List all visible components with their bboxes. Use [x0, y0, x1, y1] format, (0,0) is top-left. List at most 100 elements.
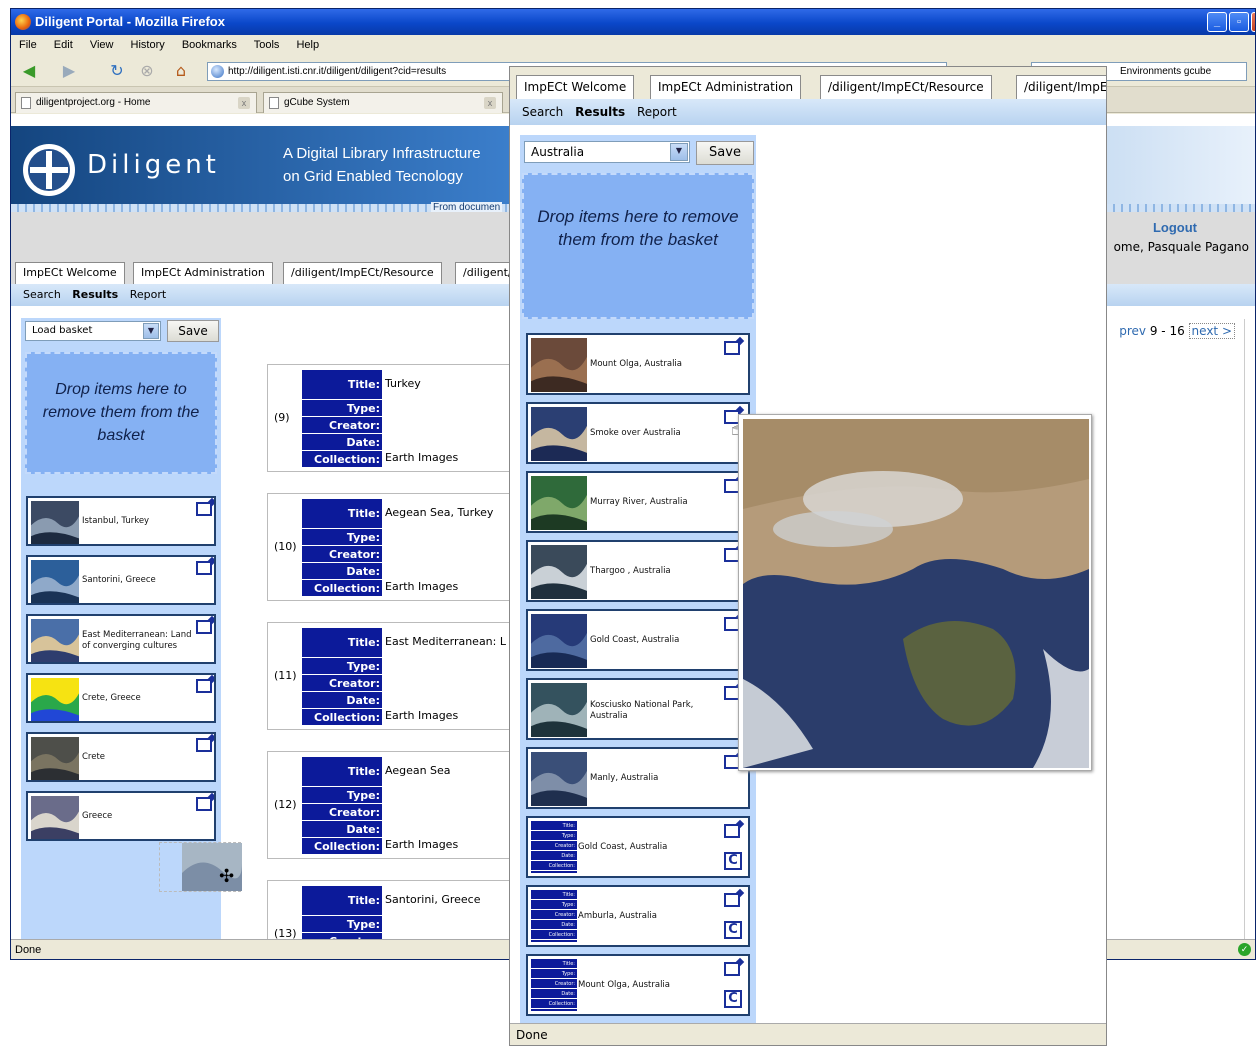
tab-impect-more[interactable]: /diligent/ImpECt/: [1016, 75, 1106, 99]
subnav-results[interactable]: Results: [72, 288, 118, 301]
preview-image: [743, 419, 1089, 768]
field-label-type: Type:: [302, 916, 382, 933]
menu-bookmarks[interactable]: Bookmarks: [182, 39, 237, 51]
record-collection: Earth Images: [385, 580, 459, 593]
thumbnail-image: [31, 619, 79, 662]
expand-icon[interactable]: [724, 341, 740, 355]
result-record[interactable]: (13) Title: Type: Creator: Date: Collect…: [267, 880, 527, 941]
tab-impect-resource[interactable]: /diligent/ImpECt/Resource: [820, 75, 992, 99]
field-label-date: Date:: [302, 692, 382, 709]
browser-tab-diligent[interactable]: diligentproject.org - Home x: [15, 92, 257, 113]
next-link[interactable]: next >: [1188, 323, 1235, 339]
expand-icon[interactable]: [196, 561, 212, 575]
subnav-search[interactable]: Search: [522, 105, 563, 119]
basket-select[interactable]: Load basket ▼: [25, 321, 161, 341]
tab-impect-welcome[interactable]: ImpECt Welcome: [516, 75, 635, 99]
basket-item[interactable]: Title: Type: Creator: Date: Collection: Ambu…: [526, 885, 750, 947]
copy-icon[interactable]: C: [724, 852, 742, 870]
result-record[interactable]: (12) Title: Type: Creator: Date: Collect…: [267, 751, 527, 859]
basket-item[interactable]: Santorini, Greece: [26, 555, 216, 605]
menu-help[interactable]: Help: [296, 39, 319, 51]
close-tab-icon[interactable]: x: [238, 97, 250, 109]
close-button[interactable]: x: [1251, 12, 1255, 32]
expand-icon[interactable]: [724, 962, 740, 976]
record-title: Aegean Sea, Turkey: [385, 506, 494, 519]
prev-link[interactable]: prev: [1119, 324, 1146, 338]
expand-icon[interactable]: [196, 797, 212, 811]
record-thumbnail: Title: Type: Creator: Date: Collection:: [531, 821, 577, 873]
menu-edit[interactable]: Edit: [54, 39, 73, 51]
basket-item[interactable]: Kosciusko National Park, Australia: [526, 678, 750, 740]
basket-item[interactable]: Title: Type: Creator: Date: Collection: Gold…: [526, 816, 750, 878]
back-icon[interactable]: ◀: [19, 62, 39, 80]
check-icon: ✓: [1238, 943, 1251, 956]
tab-impect-resource[interactable]: /diligent/ImpECt/Resource: [283, 262, 442, 284]
tab-impect-administration[interactable]: ImpECt Administration: [650, 75, 802, 99]
record-fields: Title: Type: Creator: Date: Collection:: [302, 628, 382, 726]
minimize-button[interactable]: _: [1207, 12, 1227, 32]
expand-icon[interactable]: [724, 893, 740, 907]
record-collection: Earth Images: [385, 451, 459, 464]
record-collection: Earth Images: [385, 838, 459, 851]
basket-item[interactable]: East Mediterranean: Land of converging c…: [26, 614, 216, 664]
browser-tab-gcube[interactable]: gCube System x: [263, 92, 503, 113]
basket-item-label: Greece: [82, 811, 113, 821]
basket-item[interactable]: Manly, Australia: [526, 747, 750, 809]
basket-item-label: Murray River, Australia: [590, 497, 688, 507]
subnav-report[interactable]: Report: [130, 288, 166, 301]
basket-save-button[interactable]: Save: [696, 141, 754, 165]
copy-icon[interactable]: C: [724, 990, 742, 1008]
expand-icon[interactable]: [196, 679, 212, 693]
subnav-search[interactable]: Search: [23, 288, 61, 301]
expand-icon[interactable]: [196, 738, 212, 752]
stop-icon[interactable]: ⊗: [137, 62, 157, 80]
basket-item-label: East Mediterranean: Land of converging c…: [82, 630, 192, 651]
basket-item[interactable]: Thargoo , Australia: [526, 540, 750, 602]
basket-item[interactable]: Istanbul, Turkey: [26, 496, 216, 546]
expand-icon[interactable]: [196, 620, 212, 634]
record-collection: Earth Images: [385, 709, 459, 722]
thumbnail-image: [31, 560, 79, 603]
field-label-type: Type:: [302, 658, 382, 675]
close-tab-icon[interactable]: x: [484, 97, 496, 109]
result-record[interactable]: (9) Title: Type: Creator: Date: Collecti…: [267, 364, 527, 472]
result-record[interactable]: (10) Title: Type: Creator: Date: Collect…: [267, 493, 527, 601]
basket-item[interactable]: Gold Coast, Australia: [526, 609, 750, 671]
basket-item[interactable]: Title: Type: Creator: Date: Collection: Moun…: [526, 954, 750, 1016]
logout-link[interactable]: Logout: [1153, 220, 1197, 235]
maximize-button[interactable]: ▫: [1229, 12, 1249, 32]
menu-file[interactable]: File: [19, 39, 37, 51]
result-record[interactable]: (11) Title: Type: Creator: Date: Collect…: [267, 622, 527, 730]
home-icon[interactable]: ⌂: [171, 62, 191, 80]
firefox-icon: [15, 14, 31, 30]
basket-item[interactable]: Smoke over Australia: [526, 402, 750, 464]
subnav-report[interactable]: Report: [637, 105, 677, 119]
forward-icon[interactable]: ▶: [59, 62, 79, 80]
menu-tools[interactable]: Tools: [254, 39, 280, 51]
url-text: http://diligent.isti.cnr.it/diligent/dil…: [228, 66, 447, 77]
basket-dropzone[interactable]: Drop items here to remove them from the …: [522, 173, 754, 319]
record-thumbnail-label: Creator:: [531, 979, 577, 989]
basket-item[interactable]: Crete, Greece: [26, 673, 216, 723]
thumbnail-image: [531, 683, 587, 737]
record-thumbnail-label: Title:: [531, 959, 577, 969]
basket-item[interactable]: Greece: [26, 791, 216, 841]
record-thumbnail: Title: Type: Creator: Date: Collection:: [531, 890, 577, 942]
basket-dropzone[interactable]: Drop items here to remove them from the …: [25, 352, 217, 474]
menu-history[interactable]: History: [131, 39, 165, 51]
subnav-results[interactable]: Results: [575, 105, 625, 119]
tab-impect-welcome[interactable]: ImpECt Welcome: [15, 262, 125, 284]
expand-icon[interactable]: [196, 502, 212, 516]
basket-item[interactable]: Crete: [26, 732, 216, 782]
basket-item[interactable]: Murray River, Australia: [526, 471, 750, 533]
basket-item[interactable]: Mount Olga, Australia: [526, 333, 750, 395]
menu-view[interactable]: View: [90, 39, 114, 51]
basket-select[interactable]: Australia ▼: [524, 141, 690, 163]
tab-impect-administration[interactable]: ImpECt Administration: [133, 262, 273, 284]
expand-icon[interactable]: [724, 824, 740, 838]
reload-icon[interactable]: ↻: [107, 62, 127, 80]
copy-icon[interactable]: C: [724, 921, 742, 939]
basket-save-button[interactable]: Save: [167, 320, 219, 342]
diligent-logo-icon: [23, 144, 75, 196]
page-icon: [269, 97, 279, 109]
